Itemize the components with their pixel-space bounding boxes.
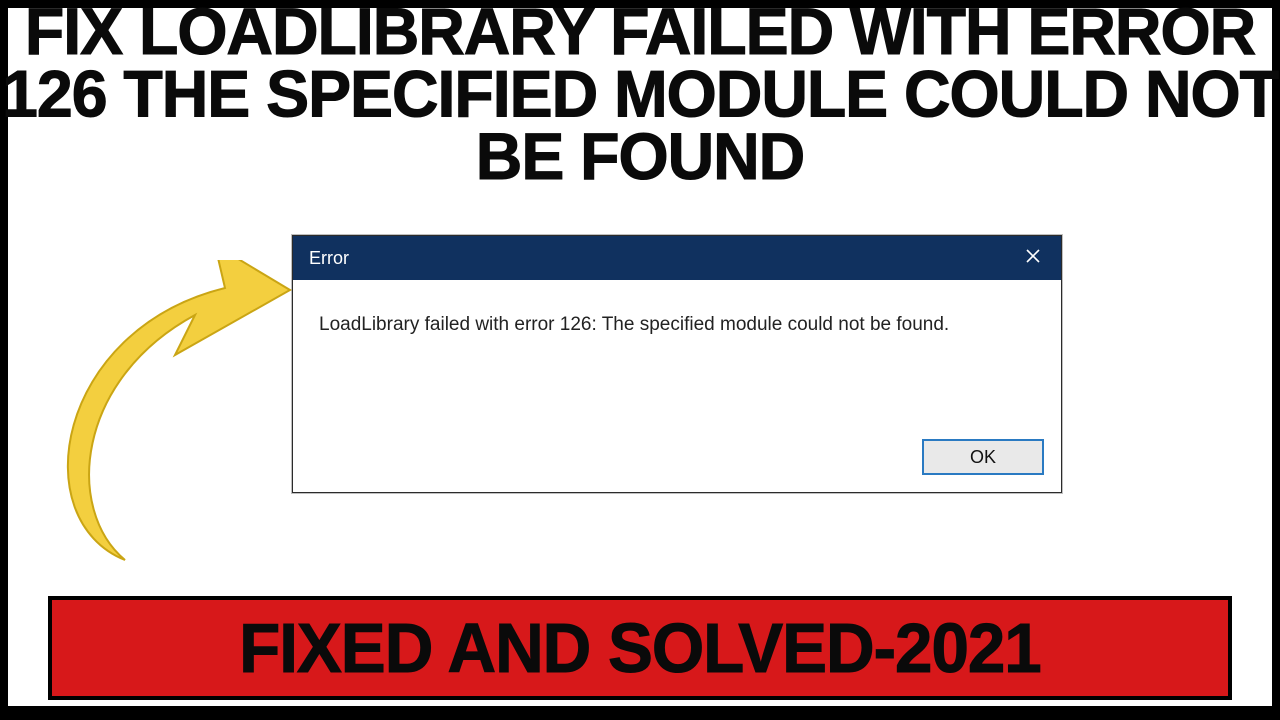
close-icon — [1025, 248, 1041, 269]
ok-button-label: OK — [970, 447, 996, 468]
dialog-titlebar: Error — [293, 236, 1061, 280]
curved-arrow-icon — [55, 260, 315, 580]
dialog-message: LoadLibrary failed with error 126: The s… — [293, 280, 1061, 440]
thumbnail-headline: FIX LOADLIBRARY FAILED WITH ERROR 126 TH… — [0, 0, 1280, 189]
footer-text: FIXED AND SOLVED-2021 — [239, 608, 1041, 688]
ok-button[interactable]: OK — [923, 440, 1043, 474]
dialog-title: Error — [309, 248, 349, 269]
close-button[interactable] — [1005, 236, 1061, 280]
error-dialog: Error LoadLibrary failed with error 126:… — [292, 235, 1062, 493]
footer-band: FIXED AND SOLVED-2021 — [48, 596, 1232, 700]
dialog-actions: OK — [293, 440, 1061, 492]
